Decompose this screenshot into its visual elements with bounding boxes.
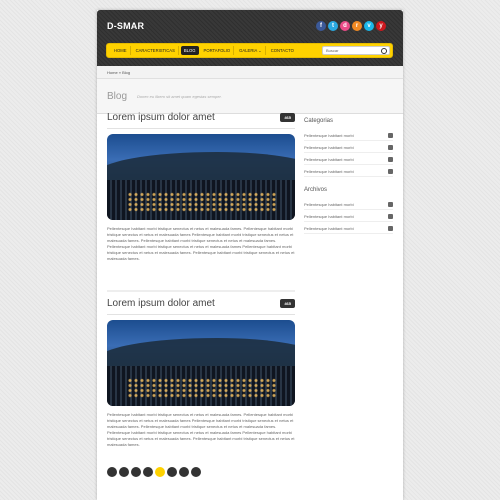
category-label: Pellentesque habitant morbi	[304, 157, 354, 162]
page-dot[interactable]	[107, 467, 117, 477]
post-divider	[107, 290, 295, 292]
category-link[interactable]: Pellentesque habitant morbi	[304, 141, 393, 153]
archive-link[interactable]: Pellentesque habitant morbi	[304, 222, 393, 234]
youtube-icon[interactable]: y	[376, 21, 386, 31]
dribbble-icon[interactable]: d	[340, 21, 350, 31]
page-title: Blog	[107, 91, 128, 102]
social-icons: f t d r v y	[316, 21, 386, 31]
search-icon[interactable]	[381, 48, 387, 54]
city-lights	[127, 378, 277, 398]
page-dot[interactable]	[131, 467, 141, 477]
main-nav: HOME CARACTERISTICAS BLOG PORTAFOLIO GAL…	[106, 43, 393, 58]
comment-count-badge[interactable]: 465	[280, 299, 295, 308]
page-dot[interactable]	[167, 467, 177, 477]
page-container: D-SMAR f t d r v y HOME CARACTERISTICAS …	[97, 10, 403, 500]
category-link[interactable]: Pellentesque habitant morbi	[304, 129, 393, 141]
archive-label: Pellentesque habitant morbi	[304, 214, 354, 219]
twitter-icon[interactable]: t	[328, 21, 338, 31]
nav-blog[interactable]: BLOG	[180, 46, 199, 55]
arrow-icon	[388, 226, 393, 231]
archive-link[interactable]: Pellentesque habitant morbi	[304, 198, 393, 210]
page-dot-current[interactable]	[155, 467, 165, 477]
vimeo-icon[interactable]: v	[364, 21, 374, 31]
page-dot[interactable]	[179, 467, 189, 477]
arrow-icon	[388, 214, 393, 219]
arrow-icon	[388, 169, 393, 174]
divider	[107, 128, 295, 129]
page-dot[interactable]	[143, 467, 153, 477]
category-label: Pellentesque habitant morbi	[304, 145, 354, 150]
post-title[interactable]: Lorem ipsum dolor amet	[107, 112, 215, 123]
archive-label: Pellentesque habitant morbi	[304, 202, 354, 207]
pagination	[107, 467, 201, 477]
post-excerpt: Pellentesque habitant morbi tristique se…	[107, 412, 295, 447]
categories-heading: Categorias	[304, 118, 334, 124]
archive-label: Pellentesque habitant morbi	[304, 226, 354, 231]
post-title[interactable]: Lorem ipsum dolor amet	[107, 298, 215, 309]
archive-link[interactable]: Pellentesque habitant morbi	[304, 210, 393, 222]
comment-count-badge[interactable]: 465	[280, 113, 295, 122]
post-excerpt: Pellentesque habitant morbi tristique se…	[107, 226, 295, 261]
rss-icon[interactable]: r	[352, 21, 362, 31]
page-subtitle: Donec eu libero sit amet quam egestas se…	[137, 94, 222, 99]
post-image[interactable]	[107, 134, 295, 220]
nav-portafolio[interactable]: PORTAFOLIO	[201, 46, 235, 55]
category-link[interactable]: Pellentesque habitant morbi	[304, 153, 393, 165]
page-dot[interactable]	[191, 467, 201, 477]
divider	[107, 314, 295, 315]
post-image[interactable]	[107, 320, 295, 406]
nav-caracteristicas[interactable]: CARACTERISTICAS	[133, 46, 179, 55]
facebook-icon[interactable]: f	[316, 21, 326, 31]
nav-home[interactable]: HOME	[111, 46, 131, 55]
site-header: D-SMAR f t d r v y HOME CARACTERISTICAS …	[97, 10, 403, 66]
arrow-icon	[388, 202, 393, 207]
breadcrumb[interactable]: Home » Blog	[97, 66, 403, 79]
page-dot[interactable]	[119, 467, 129, 477]
sidebar: Categorias Pellentesque habitant morbi P…	[304, 118, 393, 234]
nav-contacto[interactable]: CONTACTO	[268, 46, 297, 55]
title-bar: Blog Donec eu libero sit amet quam egest…	[97, 79, 403, 114]
blog-post: Lorem ipsum dolor amet 465 Pellentesque …	[107, 112, 295, 292]
nav-galeria[interactable]: GALERIA ⌄	[236, 46, 266, 55]
site-logo[interactable]: D-SMAR	[107, 21, 144, 31]
archives-heading: Archivos	[304, 187, 328, 193]
arrow-icon	[388, 157, 393, 162]
category-link[interactable]: Pellentesque habitant morbi	[304, 165, 393, 177]
blog-post: Lorem ipsum dolor amet 465 Pellentesque …	[107, 298, 295, 478]
category-label: Pellentesque habitant morbi	[304, 169, 354, 174]
search-input[interactable]: Buscar	[322, 46, 390, 55]
city-lights	[127, 192, 277, 212]
search-placeholder: Buscar	[326, 48, 339, 53]
arrow-icon	[388, 133, 393, 138]
category-label: Pellentesque habitant morbi	[304, 133, 354, 138]
arrow-icon	[388, 145, 393, 150]
